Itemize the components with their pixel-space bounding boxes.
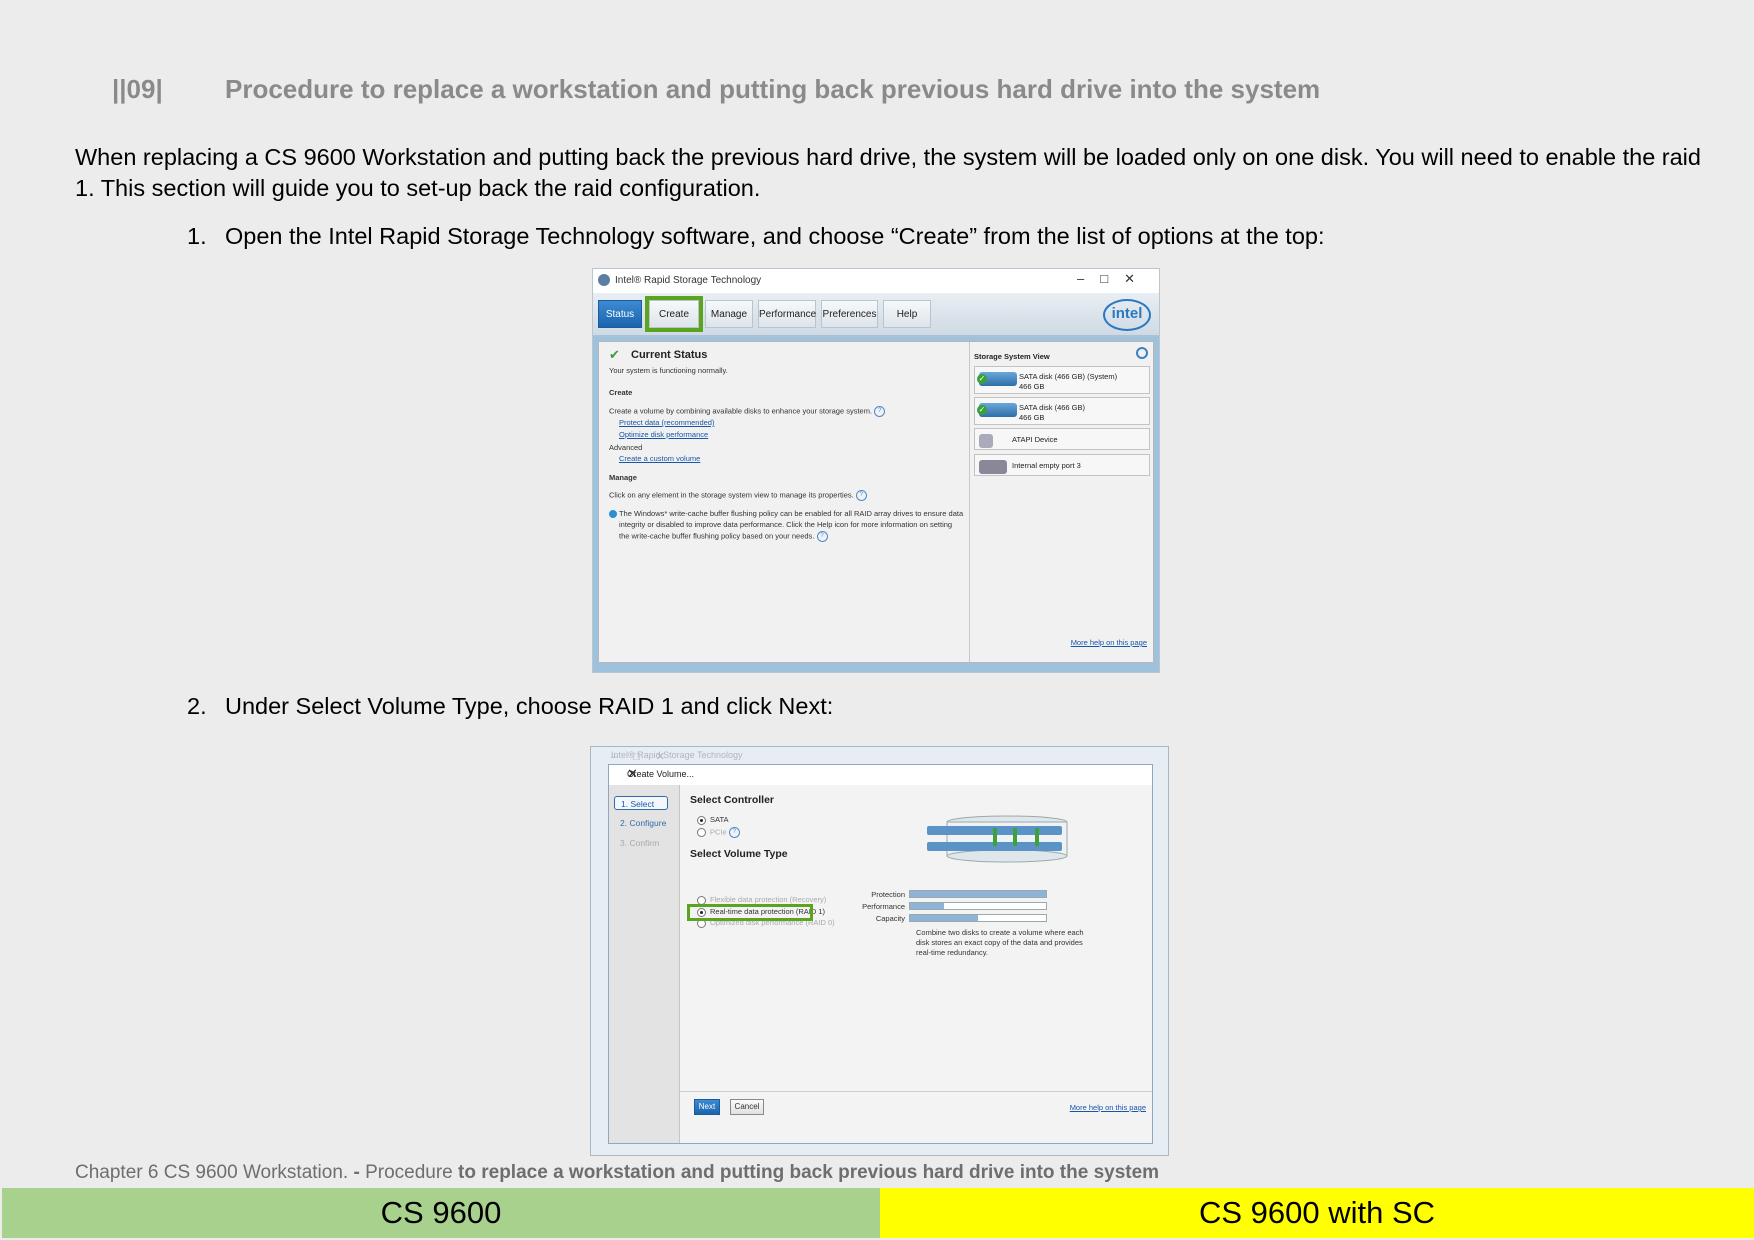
tab-bar: Status Create Manage Performance Prefere…: [593, 293, 1159, 337]
step-text: Open the Intel Rapid Storage Technology …: [225, 223, 1325, 249]
tab-help[interactable]: Help: [883, 300, 931, 328]
help-icon[interactable]: ?: [728, 827, 740, 838]
radio-pcie[interactable]: PCIe ?: [697, 827, 740, 838]
link-protect-data[interactable]: Protect data (recommended): [619, 418, 714, 427]
ok-check-icon: ✓: [977, 405, 987, 415]
optical-drive-icon: [979, 434, 993, 448]
screenshot-intel-rst-status: Intel® Rapid Storage Technology –□✕ Stat…: [592, 268, 1160, 673]
create-volume-dialog: Create Volume... ✕ 1. Select 2. Configur…: [608, 764, 1153, 1144]
section-title: Procedure to replace a workstation and p…: [225, 74, 1321, 104]
link-custom-volume[interactable]: Create a custom volume: [619, 454, 700, 463]
select-volume-type-heading: Select Volume Type: [690, 848, 788, 860]
wizard-step-select[interactable]: 1. Select: [614, 796, 668, 810]
close-icon[interactable]: ✕: [627, 766, 1146, 782]
status-text: Your system is functioning normally.: [609, 366, 728, 375]
more-help-link[interactable]: More help on this page: [1070, 1103, 1146, 1112]
step-text: Under Select Volume Type, choose RAID 1 …: [225, 693, 834, 719]
app-icon: [598, 274, 610, 286]
raid-disks-illustration: [927, 815, 1068, 863]
content-panel: ✔ Current Status Your system is function…: [598, 341, 1154, 663]
meter-label-protection: Protection: [871, 890, 905, 899]
advanced-label: Advanced: [609, 443, 643, 452]
product-tag-cs9600-sc: CS 9600 with SC: [880, 1188, 1754, 1238]
section-number: ||09|: [112, 74, 163, 104]
page-footer: Chapter 6 CS 9600 Workstation. - Procedu…: [75, 1162, 1160, 1183]
volume-description: Combine two disks to create a volume whe…: [916, 928, 1084, 957]
manage-text: Click on any element in the storage syst…: [609, 490, 867, 501]
tab-manage[interactable]: Manage: [705, 300, 753, 328]
wizard-steps: 1. Select 2. Configure 3. Confirm: [609, 785, 680, 1143]
dialog-titlebar: Create Volume... ✕: [609, 765, 1152, 785]
disk-sata[interactable]: ✓ SATA disk (466 GB) 466 GB: [974, 397, 1150, 425]
window-controls: –□✕: [1077, 271, 1151, 286]
raid1-highlight: [687, 904, 813, 921]
disk-sata-system[interactable]: ✓ SATA disk (466 GB) (System) 466 GB: [974, 366, 1150, 394]
tab-status[interactable]: Status: [598, 300, 642, 328]
disk-atapi[interactable]: ATAPI Device: [974, 428, 1150, 450]
ok-check-icon: ✓: [977, 374, 987, 384]
window-title: Intel® Rapid Storage Technology: [615, 275, 762, 286]
cancel-button[interactable]: Cancel: [730, 1099, 764, 1115]
create-text: Create a volume by combining available d…: [609, 406, 886, 417]
info-line-1: The Windows* write-cache buffer flushing…: [609, 509, 963, 519]
step-number: 1.: [187, 223, 207, 249]
meter-performance: [909, 902, 1047, 910]
storage-system-view: Storage System View ✓ SATA disk (466 GB)…: [971, 342, 1153, 662]
wizard-step-configure[interactable]: 2. Configure: [614, 816, 668, 830]
step-number: 2.: [187, 693, 207, 719]
storage-view-title: Storage System View: [974, 352, 1050, 361]
background-window-titlebar: Intel® Rapid Storage Technology –□✕: [611, 750, 743, 763]
info-line-3: the write-cache buffer flushing policy b…: [619, 531, 828, 542]
link-optimize-performance[interactable]: Optimize disk performance: [619, 430, 708, 439]
current-status-heading: Current Status: [631, 349, 708, 361]
help-icon[interactable]: ?: [855, 490, 867, 501]
status-pane: ✔ Current Status Your system is function…: [599, 342, 970, 662]
info-icon: [609, 510, 617, 519]
meter-label-performance: Performance: [862, 902, 905, 911]
select-controller-heading: Select Controller: [690, 794, 775, 806]
screenshot-create-volume: Intel® Rapid Storage Technology –□✕ Crea…: [590, 746, 1169, 1156]
meter-label-capacity: Capacity: [875, 914, 905, 923]
meter-protection: [909, 890, 1047, 898]
intel-logo: intel: [1103, 299, 1151, 331]
refresh-icon[interactable]: [1136, 347, 1148, 359]
product-tag-cs9600: CS 9600: [2, 1188, 880, 1238]
check-icon: ✔: [609, 347, 620, 362]
tab-create[interactable]: Create: [645, 296, 703, 332]
help-icon[interactable]: ?: [816, 531, 828, 542]
tab-preferences[interactable]: Preferences: [821, 300, 878, 328]
help-icon[interactable]: ?: [874, 406, 886, 417]
dialog-content: Select Controller SATA PCIe ? Select Vol…: [680, 785, 1152, 1143]
create-heading: Create: [609, 388, 633, 397]
window-titlebar: Intel® Rapid Storage Technology –□✕: [593, 269, 1159, 293]
tab-performance[interactable]: Performance: [758, 300, 816, 328]
wizard-step-confirm: 3. Confirm: [620, 838, 660, 848]
intro-paragraph: When replacing a CS 9600 Workstation and…: [75, 144, 1701, 201]
manage-heading: Manage: [609, 473, 637, 482]
info-line-2: integrity or disabled to improve data pe…: [619, 520, 953, 529]
port-icon: [979, 460, 1007, 474]
meter-capacity: [909, 914, 1047, 922]
more-help-link[interactable]: More help on this page: [1071, 638, 1147, 647]
port-empty[interactable]: Internal empty port 3: [974, 454, 1150, 476]
radio-sata[interactable]: SATA: [697, 815, 728, 825]
next-button[interactable]: Next: [694, 1099, 720, 1115]
